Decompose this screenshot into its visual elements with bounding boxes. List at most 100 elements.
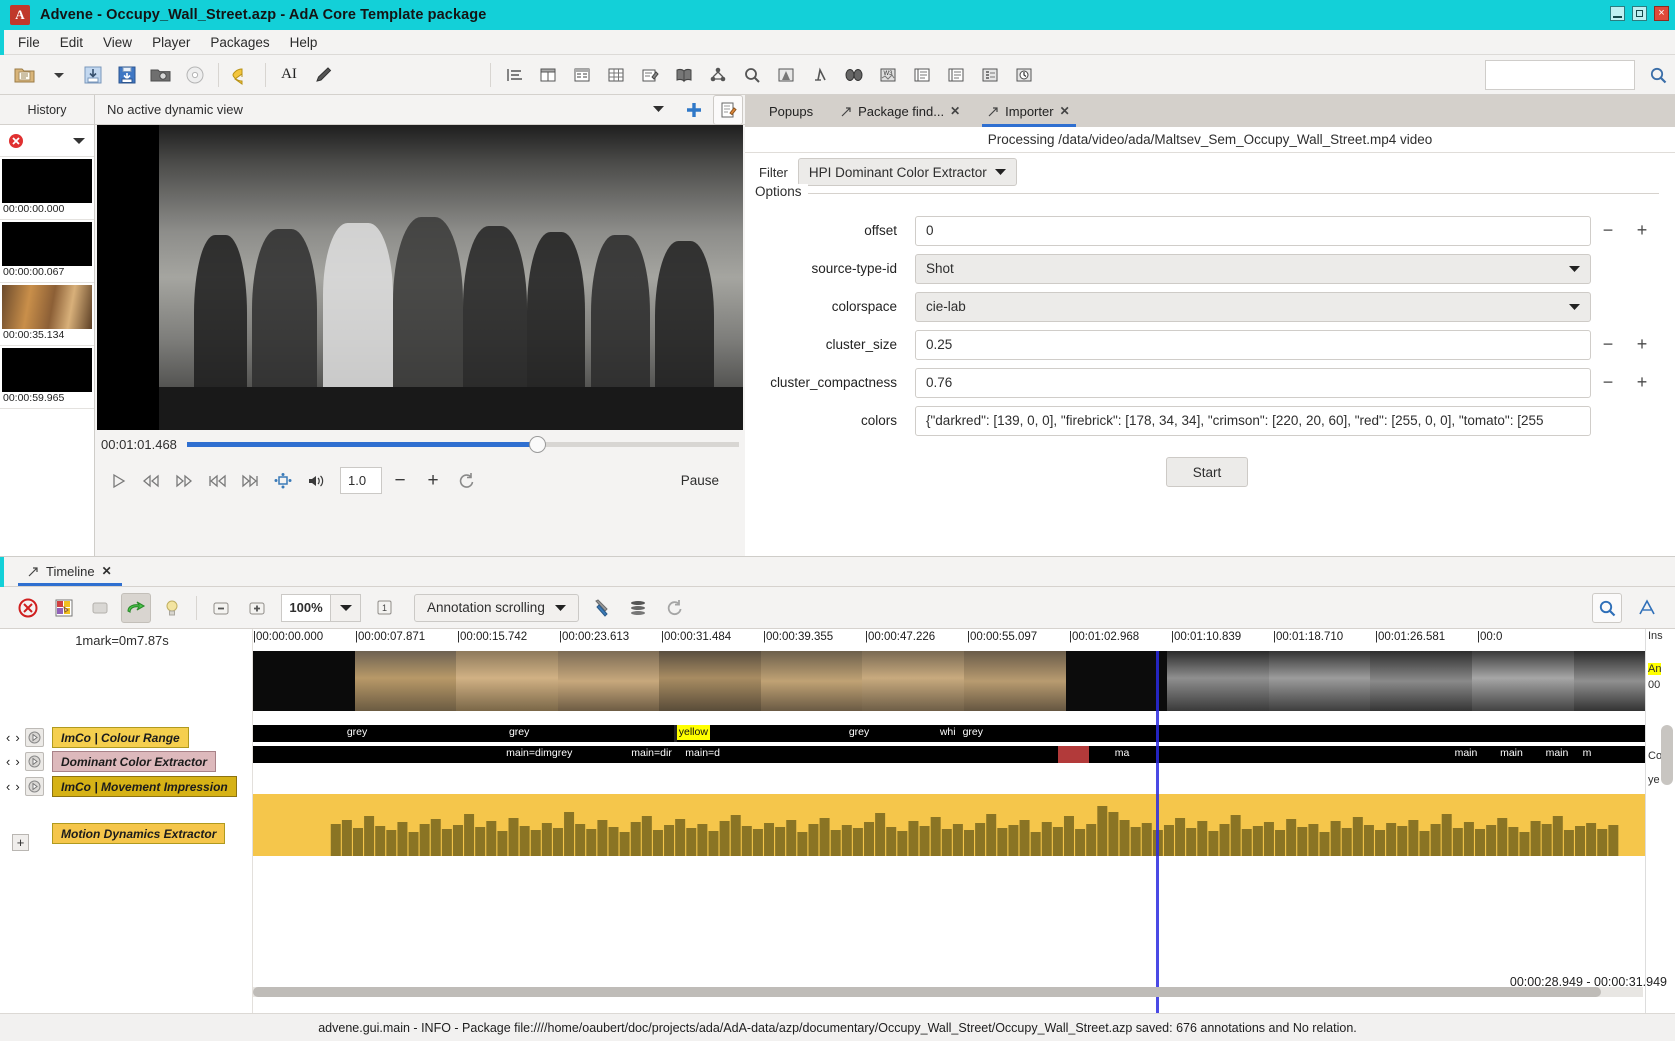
track-nav-0[interactable]: ‹ › (6, 728, 44, 747)
tab-close-icon[interactable]: ✕ (950, 104, 960, 118)
start-button[interactable]: Start (1166, 457, 1248, 487)
disc-icon[interactable] (180, 60, 210, 90)
cluster-compactness-increment-button[interactable]: + (1625, 368, 1659, 398)
zoom-dropdown-icon[interactable] (331, 594, 361, 622)
zoom-level-input[interactable]: 100% (281, 594, 331, 622)
chevron-left-icon[interactable]: ‹ (6, 754, 10, 769)
timeline-ruler[interactable]: |00:00:00.000 |00:00:07.871 |00:00:15.74… (253, 629, 1675, 651)
playhead-cursor[interactable] (1156, 651, 1159, 1019)
query-search-icon[interactable] (737, 60, 767, 90)
add-view-button[interactable] (679, 95, 709, 125)
close-icon[interactable]: × (1654, 6, 1669, 21)
segment[interactable] (411, 746, 501, 763)
track-visibility-icon[interactable] (25, 777, 44, 796)
tab-package-find[interactable]: Package find... ✕ (827, 95, 974, 127)
snapshot-icon[interactable] (146, 60, 176, 90)
seek-handle[interactable] (529, 436, 546, 453)
minimize-icon[interactable] (1610, 6, 1625, 21)
segment[interactable] (739, 725, 843, 742)
graph-view-icon[interactable] (703, 60, 733, 90)
menu-file[interactable]: File (8, 33, 50, 52)
menu-help[interactable]: Help (280, 33, 328, 52)
segment[interactable] (253, 725, 335, 742)
cluster-size-decrement-button[interactable]: − (1591, 330, 1625, 360)
layers-icon[interactable] (623, 593, 653, 623)
cluster-compactness-input[interactable]: 0.76 (915, 368, 1591, 398)
track-nav-1[interactable]: ‹ › (6, 752, 44, 771)
history-close-icon[interactable] (8, 133, 24, 149)
segment[interactable] (1601, 746, 1624, 763)
book-view-icon[interactable] (669, 60, 699, 90)
web-export-icon[interactable]: W3 (873, 60, 903, 90)
history-menu-icon[interactable] (72, 136, 86, 146)
stop-icon[interactable] (85, 593, 115, 623)
filter-select[interactable]: HPI Dominant Color Extractor (798, 158, 1017, 186)
tab-close-icon[interactable]: ✕ (1060, 104, 1070, 118)
track-visibility-icon[interactable] (25, 752, 44, 771)
forward-button[interactable] (169, 467, 199, 495)
next-frame-button[interactable] (235, 467, 265, 495)
segment[interactable] (941, 746, 1055, 763)
open-dropdown-icon[interactable] (44, 60, 74, 90)
annotation-list-icon[interactable] (499, 60, 529, 90)
volume-button[interactable] (301, 467, 331, 495)
settings-tools-icon[interactable] (587, 593, 617, 623)
close-timeline-icon[interactable] (13, 593, 43, 623)
track-label-dominant-color-extractor[interactable]: Dominant Color Extractor (52, 751, 216, 772)
search-icon[interactable] (1592, 593, 1622, 623)
colorspace-select[interactable]: cie-lab (915, 292, 1591, 322)
dynamic-view-select[interactable]: No active dynamic view (99, 97, 673, 123)
pencil-icon[interactable] (308, 60, 338, 90)
annotate-icon[interactable] (1632, 593, 1662, 623)
chevron-left-icon[interactable]: ‹ (6, 730, 10, 745)
search-icon[interactable] (1649, 66, 1667, 84)
offset-input[interactable]: 0 (915, 216, 1591, 246)
maximize-icon[interactable] (1632, 6, 1647, 21)
video-display[interactable] (97, 125, 743, 430)
chevron-down-icon[interactable] (652, 105, 665, 114)
refresh-icon[interactable] (659, 593, 689, 623)
segment[interactable] (1099, 725, 1675, 742)
menu-packages[interactable]: Packages (200, 33, 279, 52)
search-input[interactable] (1485, 60, 1635, 90)
rate-plus-button[interactable]: + (418, 467, 448, 495)
segment[interactable] (253, 746, 407, 763)
history-thumbnail[interactable]: 00:00:00.067 (0, 220, 94, 283)
tree-outline-icon[interactable] (975, 60, 1005, 90)
track-row-dominant-color[interactable]: main=dimgrey main=dir main=d ma main mai… (253, 746, 1675, 763)
save-as-icon[interactable] (112, 60, 142, 90)
clock-view-icon[interactable] (1009, 60, 1039, 90)
detach-icon[interactable] (28, 566, 39, 577)
colors-input[interactable]: {"darkred": [139, 0, 0], "firebrick": [1… (915, 406, 1591, 436)
cluster-compactness-decrement-button[interactable]: − (1591, 368, 1625, 398)
transcription-icon[interactable] (941, 60, 971, 90)
cluster-size-input[interactable]: 0.25 (915, 330, 1591, 360)
previous-frame-button[interactable] (202, 467, 232, 495)
rewind-button[interactable] (136, 467, 166, 495)
offset-decrement-button[interactable]: − (1591, 216, 1625, 246)
undo-icon[interactable] (227, 60, 257, 90)
menu-edit[interactable]: Edit (50, 33, 93, 52)
detach-icon[interactable] (841, 106, 852, 117)
timeline-canvas[interactable]: |00:00:00.000 |00:00:07.871 |00:00:15.74… (253, 629, 1675, 1019)
chevron-down-icon[interactable] (1569, 303, 1580, 311)
timeline-vertical-scrollbar[interactable] (1661, 725, 1673, 785)
history-thumbnail[interactable]: 00:00:00.000 (0, 157, 94, 220)
track-nav-2[interactable]: ‹ › (6, 777, 44, 796)
filmstrip[interactable] (253, 651, 1675, 711)
track-label-motion-dynamics-extractor[interactable]: Motion Dynamics Extractor (52, 823, 225, 844)
chevron-down-icon[interactable] (555, 604, 566, 612)
montage-view-icon[interactable] (771, 60, 801, 90)
history-tab[interactable]: History (0, 95, 94, 125)
shotdetect-icon[interactable] (839, 60, 869, 90)
save-package-icon[interactable] (78, 60, 108, 90)
chevron-right-icon[interactable]: › (15, 779, 19, 794)
chevron-down-icon[interactable] (995, 168, 1006, 176)
fullscreen-button[interactable] (268, 467, 298, 495)
menu-view[interactable]: View (93, 33, 142, 52)
loop-arrow-icon[interactable] (121, 593, 151, 623)
seek-slider[interactable] (187, 442, 739, 447)
segment[interactable] (682, 746, 938, 763)
ai-tool-icon[interactable]: AI (274, 60, 304, 90)
zoom-out-icon[interactable] (206, 593, 236, 623)
